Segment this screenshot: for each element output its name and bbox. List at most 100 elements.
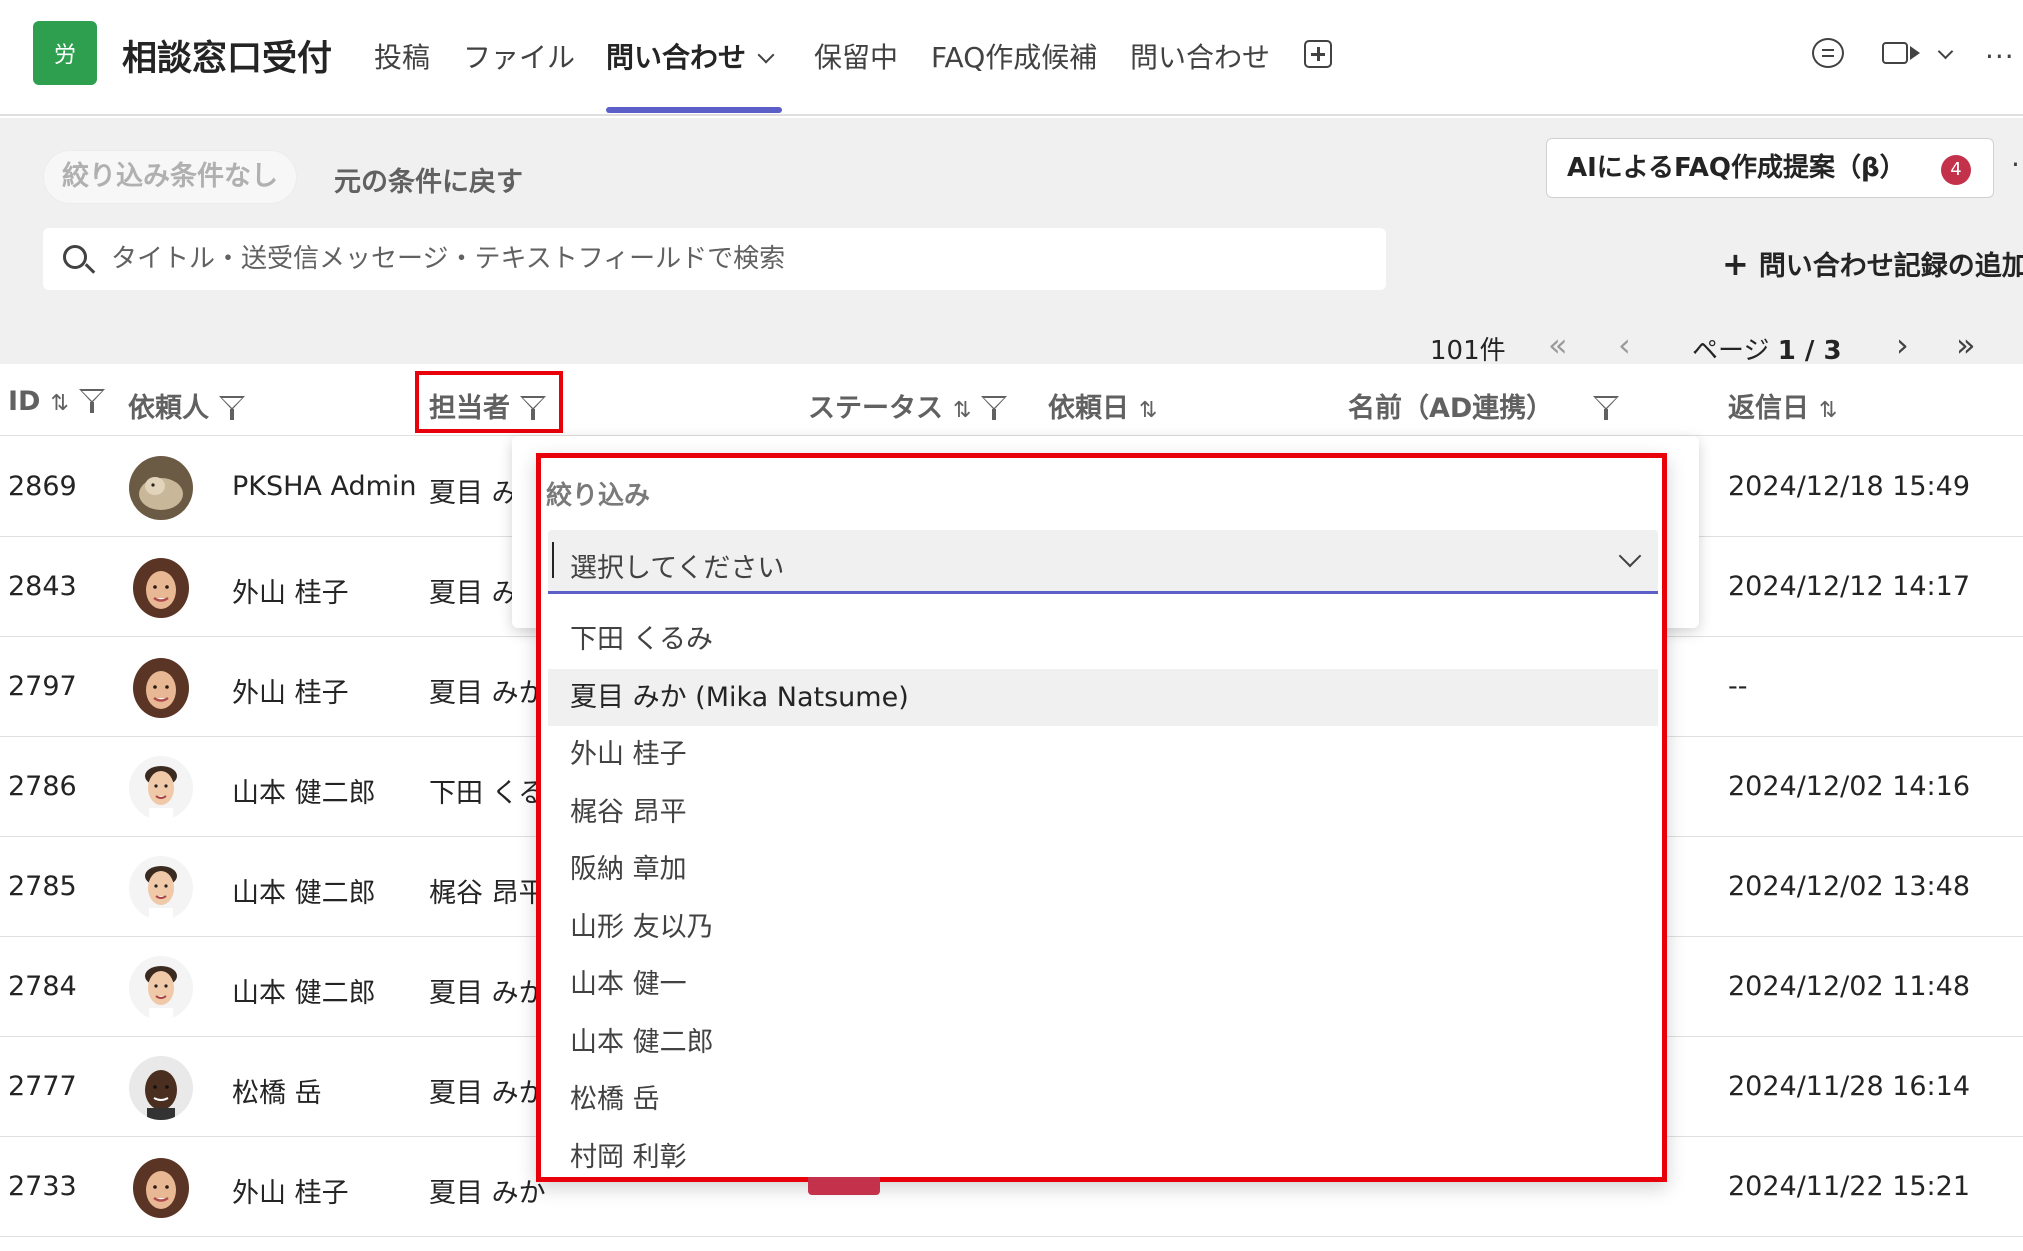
dropdown-option[interactable]: 下田 くるみ <box>548 611 1658 668</box>
cell-requester: 山本 健二郎 <box>232 978 376 1009</box>
add-inquiry-record-label: 問い合わせ記録の追加 <box>1758 251 2023 282</box>
column-header-label: ステータス <box>808 393 943 424</box>
more-options-icon[interactable]: ··· <box>1985 40 2015 73</box>
tab-pending[interactable]: 保留中 <box>814 36 898 76</box>
table-header: ID ⇅ 依頼人 担当者 ステータス ⇅ 依頼日 ⇅ 名前（AD連携） 返信日 ⇅ <box>0 366 2023 436</box>
dropdown-option[interactable]: 山本 健二郎 <box>548 1014 1658 1071</box>
page-indicator: ページ 1 / 3 <box>1692 330 1842 367</box>
filter-icon[interactable] <box>78 389 105 413</box>
ai-faq-suggestion-label: AIによるFAQ作成提案（β） <box>1567 153 1906 183</box>
column-header-reply-date[interactable]: 返信日 ⇅ <box>1728 386 1837 425</box>
cell-assignee: 夏目 みか <box>429 1178 546 1209</box>
tab-faq-candidates[interactable]: FAQ作成候補 <box>931 36 1097 76</box>
record-count: 101件 <box>1430 336 1506 366</box>
cell-requester: 松橋 岳 <box>232 1078 322 1109</box>
page-value: 1 / 3 <box>1777 336 1842 366</box>
assignee-select[interactable]: 選択してください <box>548 530 1658 594</box>
cell-id: 2797 <box>8 671 77 702</box>
filter-icon[interactable] <box>1593 396 1620 420</box>
search-icon <box>63 245 87 269</box>
cell-id: 2777 <box>8 1071 77 1102</box>
avatar <box>129 856 193 920</box>
cell-reply-date: 2024/11/22 15:21 <box>1728 1171 1971 1202</box>
more-icon[interactable]: · <box>2011 148 2020 181</box>
sort-icon[interactable]: ⇅ <box>953 398 971 423</box>
cell-assignee: 夏目 み <box>429 478 519 509</box>
first-page-icon[interactable]: « <box>1548 326 1568 364</box>
column-header-requester[interactable]: 依頼人 <box>128 386 245 425</box>
tab-posts[interactable]: 投稿 <box>374 36 430 76</box>
chevron-down-icon <box>757 46 775 64</box>
cell-requester: 山本 健二郎 <box>232 878 376 909</box>
select-placeholder: 選択してください <box>570 553 785 584</box>
dropdown-option[interactable]: 梶谷 昂平 <box>548 784 1658 841</box>
last-page-icon[interactable]: » <box>1956 326 1976 364</box>
filter-status-chip[interactable]: 絞り込み条件なし <box>43 150 297 204</box>
column-header-status[interactable]: ステータス ⇅ <box>808 386 1008 425</box>
cell-assignee: 夏目 みか <box>429 1078 546 1109</box>
search-box[interactable] <box>43 228 1386 290</box>
cell-id: 2869 <box>8 471 77 502</box>
filter-icon[interactable] <box>219 396 245 420</box>
dropdown-option[interactable]: 阪納 章加 <box>548 841 1658 898</box>
filter-icon[interactable] <box>981 396 1008 420</box>
add-tab-icon[interactable] <box>1304 40 1332 68</box>
cell-assignee: 夏目 み <box>429 578 519 609</box>
cell-assignee: 下田 くる <box>429 778 546 809</box>
next-page-icon[interactable]: › <box>1896 326 1909 364</box>
sort-icon[interactable]: ⇅ <box>1819 398 1837 423</box>
cell-id: 2785 <box>8 871 77 902</box>
ai-faq-suggestion-button[interactable]: AIによるFAQ作成提案（β） 4 <box>1546 138 1994 198</box>
chat-icon[interactable] <box>1812 38 1844 68</box>
cell-id: 2733 <box>8 1171 77 1202</box>
dropdown-option[interactable]: 山本 健一 <box>548 956 1658 1013</box>
assignee-filter-highlight <box>415 371 563 433</box>
text-caret <box>552 542 554 578</box>
chevron-down-icon[interactable] <box>1618 544 1642 568</box>
avatar <box>129 456 193 520</box>
dropdown-option[interactable]: 山形 友以乃 <box>548 899 1658 956</box>
app-window: 労 相談窓口受付 投稿 ファイル 問い合わせ 保留中 FAQ作成候補 問い合わせ… <box>0 0 2023 1251</box>
tab-inquiries[interactable]: 問い合わせ <box>606 36 775 76</box>
cell-id: 2843 <box>8 571 77 602</box>
cell-reply-date: 2024/11/28 16:14 <box>1728 1071 1971 1102</box>
cell-assignee: 夏目 みか <box>429 978 546 1009</box>
cell-id: 2784 <box>8 971 77 1002</box>
cell-id: 2786 <box>8 771 77 802</box>
filter-label: 絞り込み <box>546 481 651 511</box>
column-header-id[interactable]: ID ⇅ <box>8 386 105 417</box>
notification-badge: 4 <box>1941 155 1971 185</box>
cell-requester: 外山 桂子 <box>232 578 349 609</box>
avatar <box>129 956 193 1020</box>
channel-title: 相談窓口受付 <box>122 39 333 79</box>
search-input[interactable] <box>111 228 1371 290</box>
prev-page-icon[interactable]: ‹ <box>1618 326 1631 364</box>
avatar <box>129 1056 193 1120</box>
add-inquiry-record-button[interactable]: + 問い合わせ記録の追加 <box>1722 244 2023 283</box>
dropdown-option[interactable]: 村岡 利彰 <box>548 1129 1658 1183</box>
tab-inquiries-label: 問い合わせ <box>606 41 747 74</box>
video-call-icon[interactable] <box>1882 42 1920 64</box>
avatar <box>129 756 193 820</box>
column-header-label: ID <box>8 386 41 417</box>
sort-icon[interactable]: ⇅ <box>50 391 68 416</box>
sort-icon[interactable]: ⇅ <box>1139 398 1157 423</box>
column-header-request-date[interactable]: 依頼日 ⇅ <box>1048 386 1157 425</box>
dropdown-option[interactable]: 松橋 岳 <box>548 1071 1658 1128</box>
cell-requester: 山本 健二郎 <box>232 778 376 809</box>
chevron-down-icon[interactable] <box>1937 43 1954 60</box>
cell-reply-date: 2024/12/02 13:48 <box>1728 871 1971 902</box>
cell-reply-date: 2024/12/18 15:49 <box>1728 471 1971 502</box>
tab-inquiries-2[interactable]: 問い合わせ <box>1130 36 1270 76</box>
dropdown-option[interactable]: 夏目 みか (Mika Natsume) <box>548 668 1658 726</box>
cell-assignee: 梶谷 昂平 <box>429 878 546 909</box>
filter-dropdown: 絞り込み 選択してください 下田 くるみ 夏目 みか (Mika Natsume)… <box>536 453 1667 1182</box>
column-header-label: 依頼日 <box>1048 393 1129 424</box>
cell-requester: 外山 桂子 <box>232 1178 349 1209</box>
cell-reply-date: -- <box>1728 671 1748 702</box>
cell-requester: PKSHA Admin <box>232 471 417 502</box>
reset-filters-link[interactable]: 元の条件に戻す <box>334 160 523 199</box>
tab-files[interactable]: ファイル <box>463 36 575 76</box>
column-header-ad-name[interactable]: 名前（AD連携） <box>1348 386 1620 425</box>
dropdown-option[interactable]: 外山 桂子 <box>548 726 1658 783</box>
